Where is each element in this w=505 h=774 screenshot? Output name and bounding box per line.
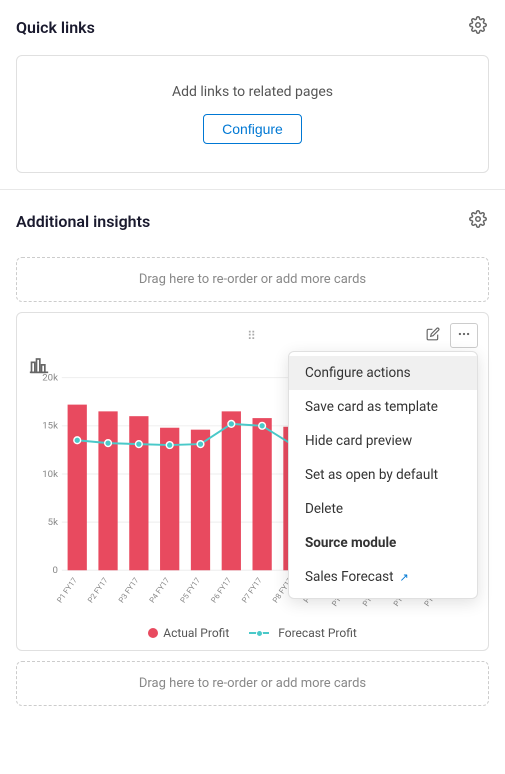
dropdown-menu: Configure actions Save card as template …: [288, 351, 478, 599]
svg-text:5k: 5k: [48, 517, 58, 528]
legend-actual-dot: [148, 628, 158, 638]
dropdown-item-sales-forecast[interactable]: Sales Forecast ↗: [289, 560, 477, 594]
quick-links-description: Add links to related pages: [33, 84, 472, 100]
svg-text:15k: 15k: [42, 421, 58, 432]
dot-p2: [105, 440, 112, 447]
svg-text:0: 0: [53, 565, 58, 576]
dropdown-item-source-module: Source module: [289, 526, 477, 560]
svg-text:P2 FY17: P2 FY17: [86, 576, 110, 605]
quick-links-title: Quick links: [16, 18, 95, 37]
bar-p6: [222, 411, 241, 570]
dropdown-item-configure-actions[interactable]: Configure actions: [289, 356, 477, 390]
bar-p2: [98, 411, 117, 570]
quick-links-gear-button[interactable]: [467, 14, 489, 41]
additional-insights-title: Additional insights: [16, 212, 150, 231]
additional-insights-header: Additional insights: [0, 194, 505, 249]
svg-text:P1 FY17: P1 FY17: [55, 576, 79, 605]
legend-forecast-label: Forecast Profit: [278, 626, 357, 640]
legend-actual: Actual Profit: [148, 626, 229, 640]
legend-forecast-dot: [256, 630, 263, 637]
x-label-p3: P3 FY17: [117, 576, 141, 605]
legend-forecast: Forecast Profit: [249, 626, 357, 640]
quick-links-header: Quick links: [0, 0, 505, 55]
bar-p3: [129, 416, 148, 570]
drag-zone-top: Drag here to re-order or add more cards: [16, 257, 489, 302]
bar-p1: [68, 405, 87, 571]
configure-button[interactable]: Configure: [203, 114, 302, 144]
x-label-p5: P5 FY17: [178, 576, 202, 605]
external-link-icon: ↗: [400, 571, 409, 584]
dot-p7: [259, 422, 266, 429]
chart-legend: Actual Profit Forecast Profit: [27, 626, 478, 640]
svg-text:P7 FY17: P7 FY17: [240, 576, 264, 605]
quick-links-card: Add links to related pages Configure: [16, 55, 489, 173]
svg-text:P6 FY17: P6 FY17: [209, 576, 233, 605]
svg-text:10k: 10k: [42, 469, 58, 480]
bar-chart-icon: [29, 354, 49, 378]
dot-p6: [228, 421, 235, 428]
drag-zone-bottom: Drag here to re-order or add more cards: [16, 661, 489, 706]
legend-forecast-line: [249, 632, 269, 634]
x-label-p7: P7 FY17: [240, 576, 264, 605]
section-divider: [0, 189, 505, 190]
quick-links-section: Quick links Add links to related pages C…: [0, 0, 505, 173]
svg-text:P3 FY17: P3 FY17: [117, 576, 141, 605]
toolbar-buttons: [420, 323, 478, 348]
dot-p3: [135, 441, 142, 448]
bar-p5: [191, 430, 210, 571]
more-options-button[interactable]: [450, 323, 478, 348]
svg-text:P4 FY17: P4 FY17: [148, 576, 172, 605]
chart-toolbar: ⠿ Configure actions: [27, 323, 478, 348]
svg-text:P5 FY17: P5 FY17: [178, 576, 202, 605]
x-label-p2: P2 FY17: [86, 576, 110, 605]
dropdown-item-delete[interactable]: Delete: [289, 492, 477, 526]
chart-card: ⠿ Configure actions: [16, 312, 489, 651]
legend-actual-label: Actual Profit: [163, 626, 229, 640]
x-label-p1: P1 FY17: [55, 576, 79, 605]
x-label-p6: P6 FY17: [209, 576, 233, 605]
x-label-p4: P4 FY17: [148, 576, 172, 605]
dot-p1: [74, 437, 81, 444]
additional-insights-section: Additional insights Drag here to re-orde…: [0, 194, 505, 706]
dot-p4: [166, 442, 173, 449]
additional-insights-gear-button[interactable]: [467, 208, 489, 235]
dropdown-item-set-open-default[interactable]: Set as open by default: [289, 458, 477, 492]
dot-p5: [197, 441, 204, 448]
bar-p7: [253, 418, 272, 570]
drag-handle-icon: ⠿: [247, 329, 258, 343]
dropdown-item-save-template[interactable]: Save card as template: [289, 390, 477, 424]
edit-button[interactable]: [420, 323, 446, 348]
dropdown-item-hide-preview[interactable]: Hide card preview: [289, 424, 477, 458]
